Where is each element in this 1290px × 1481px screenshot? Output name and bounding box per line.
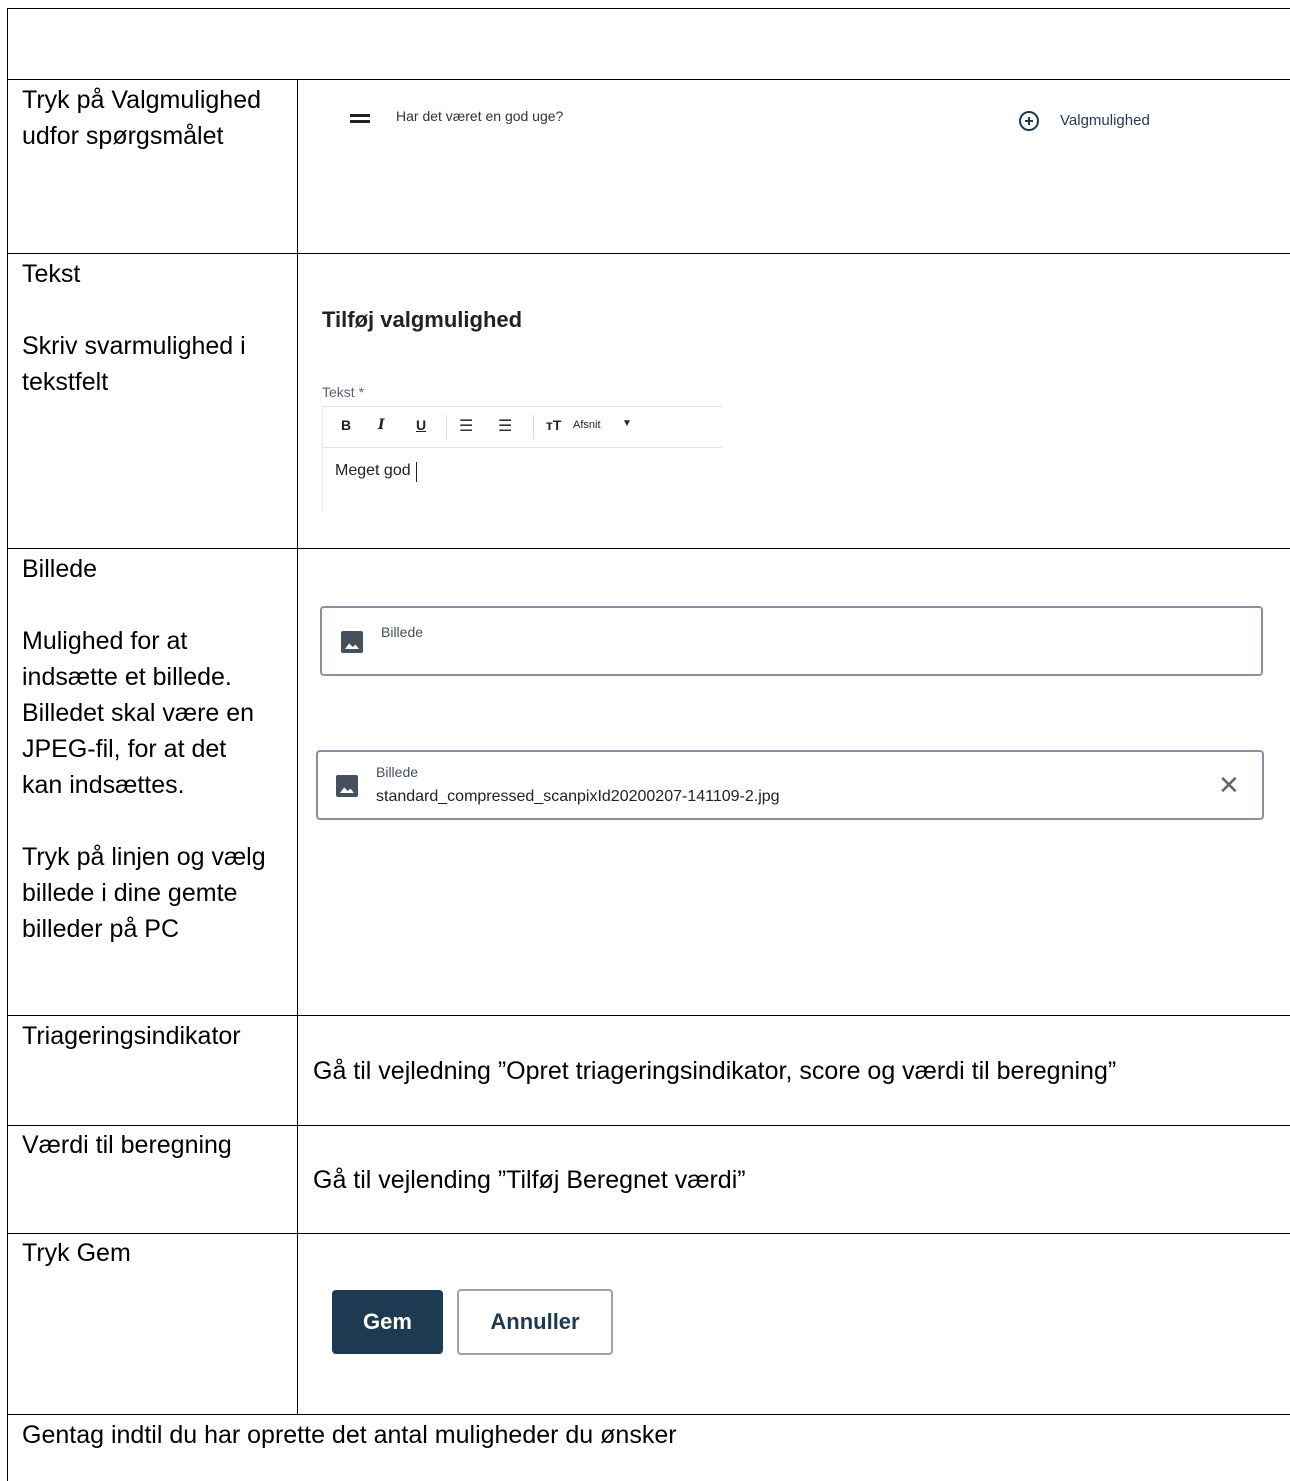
step-label: Tekst Skriv svarmulighed i tekstfelt (22, 256, 246, 400)
step-label-line: tekstfelt (22, 368, 109, 396)
step-label: Tryk på Valgmulighed udfor spørgsmålet (22, 82, 261, 154)
dialog-title: Tilføj valgmulighed (322, 307, 523, 332)
step-label-line: udfor spørgsmålet (22, 122, 224, 150)
text-field-label: Tekst * (322, 384, 365, 400)
drag-handle-icon[interactable] (350, 114, 370, 123)
step-label-line: indsætte et billede. (22, 663, 232, 691)
bold-button[interactable]: B (341, 417, 351, 433)
step-label-line: JPEG-fil, for at det (22, 735, 227, 763)
image-icon (341, 631, 363, 653)
italic-button[interactable]: I (378, 417, 385, 433)
toolbar-separator (446, 415, 447, 439)
add-option-button[interactable]: Valgmulighed (1060, 112, 1150, 129)
paragraph-select[interactable]: Afsnit (573, 419, 601, 431)
step-label-line: Tryk på Valgmulighed (22, 86, 262, 114)
step-label-line: Mulighed for at (22, 627, 188, 655)
question-text: Har det været en god uge? (396, 108, 564, 124)
row-divider (7, 1125, 1290, 1126)
step-label-line: Skriv svarmulighed i (22, 332, 246, 360)
editor-toolbar: B I U ☰ ☰ ᴛT Afsnit ▼ (322, 406, 722, 448)
image-upload-field[interactable]: Billede (320, 606, 1263, 676)
bullet-list-icon[interactable]: ☰ (459, 416, 473, 436)
step-label-title: Billede (22, 555, 98, 583)
row-divider (7, 1414, 1290, 1415)
close-icon[interactable]: ✕ (1218, 772, 1240, 798)
row-divider (7, 1233, 1290, 1234)
step-label-line: billede i dine gemte (22, 879, 238, 907)
row-divider (7, 1015, 1290, 1016)
step-label-line: kan indsættes. (22, 771, 185, 799)
row-divider (7, 79, 1290, 80)
toolbar-separator (533, 415, 534, 439)
add-circle-icon[interactable] (1019, 111, 1039, 131)
table-border-top (7, 8, 1290, 9)
image-field-label: Billede (376, 764, 419, 780)
dropdown-arrow-icon[interactable]: ▼ (622, 418, 632, 429)
underline-button[interactable]: U (416, 417, 426, 433)
numbered-list-icon[interactable]: ☰ (498, 416, 512, 436)
step-label-line: Tryk på linjen og vælg (22, 843, 266, 871)
text-size-icon[interactable]: ᴛT (546, 417, 561, 433)
editor-content[interactable]: Meget god (335, 462, 411, 480)
footer-note: Gentag indtil du har oprette det antal m… (22, 1421, 677, 1449)
image-icon (336, 775, 358, 797)
step-label-title: Tekst (22, 260, 81, 288)
save-button[interactable]: Gem (332, 1290, 443, 1354)
table-border-left (7, 8, 8, 1481)
image-file-name: standard_compressed_scanpixId20200207-14… (376, 788, 780, 805)
step-content: Gå til vejledning ”Opret triageringsindi… (313, 1057, 1117, 1085)
image-upload-field-filled[interactable]: Billede standard_compressed_scanpixId202… (316, 750, 1264, 820)
step-label-line: Billedet skal være en (22, 699, 255, 727)
step-label: Billede Mulighed for at indsætte et bill… (22, 551, 266, 947)
step-label: Værdi til beregning (22, 1131, 232, 1159)
image-field-label: Billede (381, 624, 424, 640)
row-divider (7, 548, 1290, 549)
step-label-line: billeder på PC (22, 915, 180, 943)
step-content: Gå til vejlending ”Tilføj Beregnet værdi… (313, 1166, 746, 1194)
cancel-button[interactable]: Annuller (457, 1289, 613, 1355)
row-divider (7, 253, 1290, 254)
step-label: Triageringsindikator (22, 1022, 241, 1050)
step-label: Tryk Gem (22, 1239, 131, 1267)
column-divider (297, 79, 298, 1414)
text-caret (416, 462, 417, 482)
